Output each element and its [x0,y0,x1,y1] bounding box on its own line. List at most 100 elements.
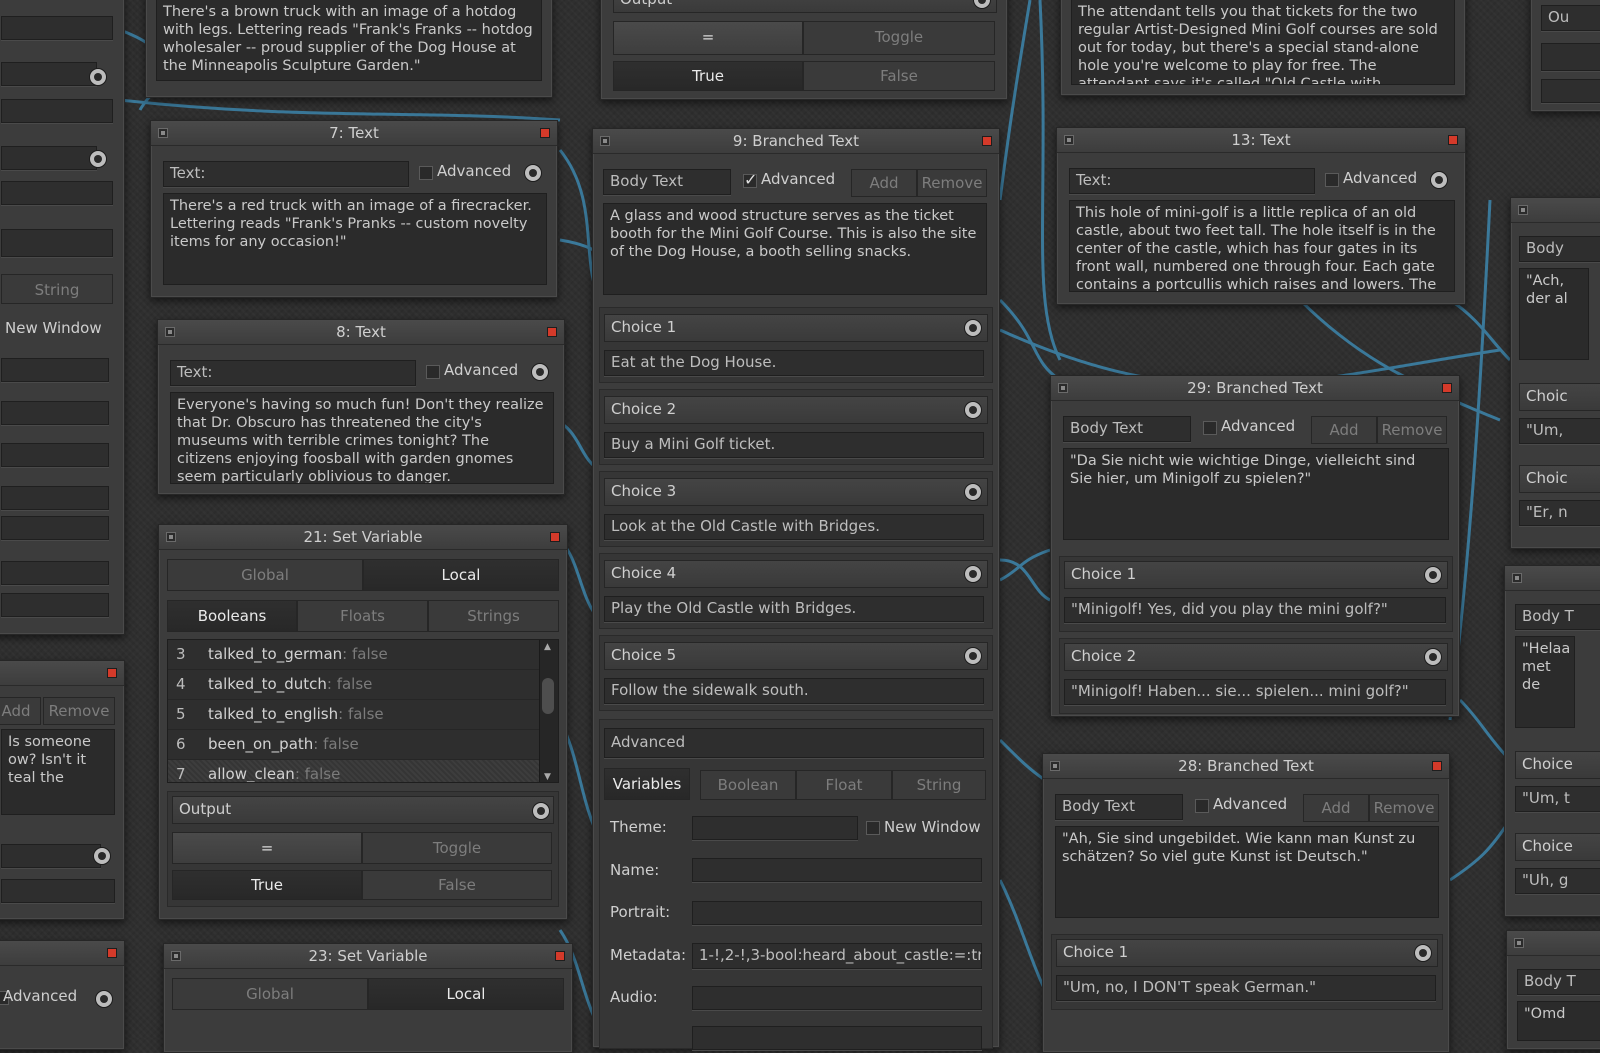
close-icon[interactable] [982,136,992,146]
close-icon[interactable] [1448,135,1458,145]
left-output-radio-1[interactable] [89,68,107,86]
choice-1-text[interactable]: Eat at the Dog House. [604,350,984,376]
left-field-7[interactable] [1,358,109,382]
node-9-remove-button[interactable]: Remove [917,169,987,197]
top-toggle-button[interactable]: Toggle [803,21,995,55]
list-item[interactable]: 6 been_on_path: false [168,730,558,760]
type-tab-strings[interactable]: Strings [428,600,559,632]
scroll-up-icon[interactable]: ▲ [544,642,551,652]
type-tab-floats[interactable]: Floats [297,600,428,632]
right-choice-a-text[interactable]: "Um, [1519,418,1600,444]
scroll-down-icon[interactable]: ▼ [544,772,551,782]
node-29-advanced-checkbox[interactable] [1203,421,1217,435]
left-field-13[interactable] [1,593,109,617]
node-8-output-radio[interactable] [531,363,549,381]
list-item[interactable]: 3 talked_to_german: false [168,640,558,670]
left-choice-radio[interactable] [93,847,111,865]
new-window-checkbox[interactable] [866,821,880,835]
left-field-11[interactable] [1,516,109,540]
variables-scrollbar[interactable]: ▲ ▼ [539,640,558,782]
node-21-output-radio[interactable] [532,802,550,820]
left-choice-field[interactable] [1,844,101,868]
choice-4-radio[interactable] [964,565,982,583]
close-icon[interactable] [547,327,557,337]
close-icon[interactable] [107,948,117,958]
collapse-icon[interactable] [165,327,175,337]
collapse-icon[interactable] [1514,938,1524,948]
node-28-choice-1-text[interactable]: "Um, no, I DON'T speak German." [1056,975,1436,1001]
top-equals-button[interactable]: = [613,21,803,55]
node-28-branched-text[interactable]: 28: Branched Text Body Text Advanced Add… [1042,753,1450,1053]
collapse-icon[interactable] [171,951,181,961]
right-field-b[interactable] [1541,79,1600,103]
top-left-body-text[interactable]: There's a brown truck with an image of a… [156,0,542,81]
choice-3-radio[interactable] [964,483,982,501]
var-tab-boolean[interactable]: Boolean [700,770,796,800]
node-13-text[interactable]: 13: Text Text: Advanced This hole of min… [1056,127,1466,305]
theme-input[interactable] [692,816,858,840]
close-icon[interactable] [1432,761,1442,771]
collapse-icon[interactable] [600,136,610,146]
close-icon[interactable] [1442,383,1452,393]
close-icon[interactable] [540,128,550,138]
right-body-text-3[interactable]: "Omd [1517,1001,1600,1041]
portrait-input[interactable] [692,901,982,925]
node-13-output-radio[interactable] [1430,171,1448,189]
close-icon[interactable] [550,532,560,542]
node-29-body-text[interactable]: "Da Sie nicht wie wichtige Dinge, vielle… [1063,448,1449,540]
node-23-scope-tab-global[interactable]: Global [172,978,368,1010]
var-tab-string[interactable]: String [892,770,986,800]
scrollbar-thumb[interactable] [542,678,554,714]
right-field-a[interactable] [1541,43,1600,71]
left-field-5[interactable] [1,181,113,205]
collapse-icon[interactable] [158,128,168,138]
true-button[interactable]: True [172,870,362,900]
node-8-advanced-checkbox[interactable] [426,365,440,379]
close-icon[interactable] [107,668,117,678]
node-8-body-text[interactable]: Everyone's having so much fun! Don't the… [170,392,554,484]
right-choice-d-text[interactable]: "Uh, g [1515,868,1600,894]
left-choice-text[interactable] [1,879,115,903]
node-23-set-variable[interactable]: 23: Set Variable Global Local [163,943,573,1053]
left-remove-button[interactable]: Remove [43,697,115,725]
node-29-choice-1-radio[interactable] [1424,566,1442,584]
node-29-titlebar[interactable]: 29: Branched Text [1051,376,1459,401]
left-advanced-radio[interactable] [95,990,113,1008]
node-29-add-button[interactable]: Add [1311,416,1377,444]
left-field-6[interactable] [1,229,113,257]
collapse-icon[interactable] [1064,135,1074,145]
equals-button[interactable]: = [172,832,362,864]
false-button[interactable]: False [362,870,552,900]
top-true-button[interactable]: True [613,61,803,91]
audio-input[interactable] [692,986,982,1010]
node-28-choice-1-radio[interactable] [1414,944,1432,962]
close-icon[interactable] [555,951,565,961]
collapse-icon[interactable] [1512,573,1522,583]
node-13-titlebar[interactable]: 13: Text [1057,128,1465,153]
string-button[interactable]: String [1,274,113,304]
right-choice-c-text[interactable]: "Um, t [1515,786,1600,812]
node-9-add-button[interactable]: Add [851,169,917,197]
node-23-titlebar[interactable]: 23: Set Variable [164,944,572,969]
left-field-4[interactable] [1,146,97,170]
left-field-10[interactable] [1,486,109,510]
node-29-remove-button[interactable]: Remove [1377,416,1447,444]
var-tab-float[interactable]: Float [796,770,892,800]
left-output-radio-2[interactable] [89,150,107,168]
collapse-icon[interactable] [1058,383,1068,393]
node-28-add-button[interactable]: Add [1303,794,1369,822]
choice-1-radio[interactable] [964,319,982,337]
choice-4-text[interactable]: Play the Old Castle with Bridges. [604,596,984,622]
left-field-8[interactable] [1,401,109,425]
node-13-advanced-checkbox[interactable] [1325,173,1339,187]
list-item[interactable]: 5 talked_to_english: false [168,700,558,730]
node-21-titlebar[interactable]: 21: Set Variable [159,525,567,550]
scope-tab-global[interactable]: Global [167,559,363,591]
node-23-scope-tab-local[interactable]: Local [368,978,564,1010]
choice-5-text[interactable]: Follow the sidewalk south. [604,678,984,704]
node-28-remove-button[interactable]: Remove [1369,794,1439,822]
node-29-choice-1-text[interactable]: "Minigolf! Yes, did you play the mini go… [1064,597,1446,623]
type-tab-booleans[interactable]: Booleans [167,600,297,632]
right-choice-b-text[interactable]: "Er, n [1519,500,1600,526]
collapse-icon[interactable] [1050,761,1060,771]
